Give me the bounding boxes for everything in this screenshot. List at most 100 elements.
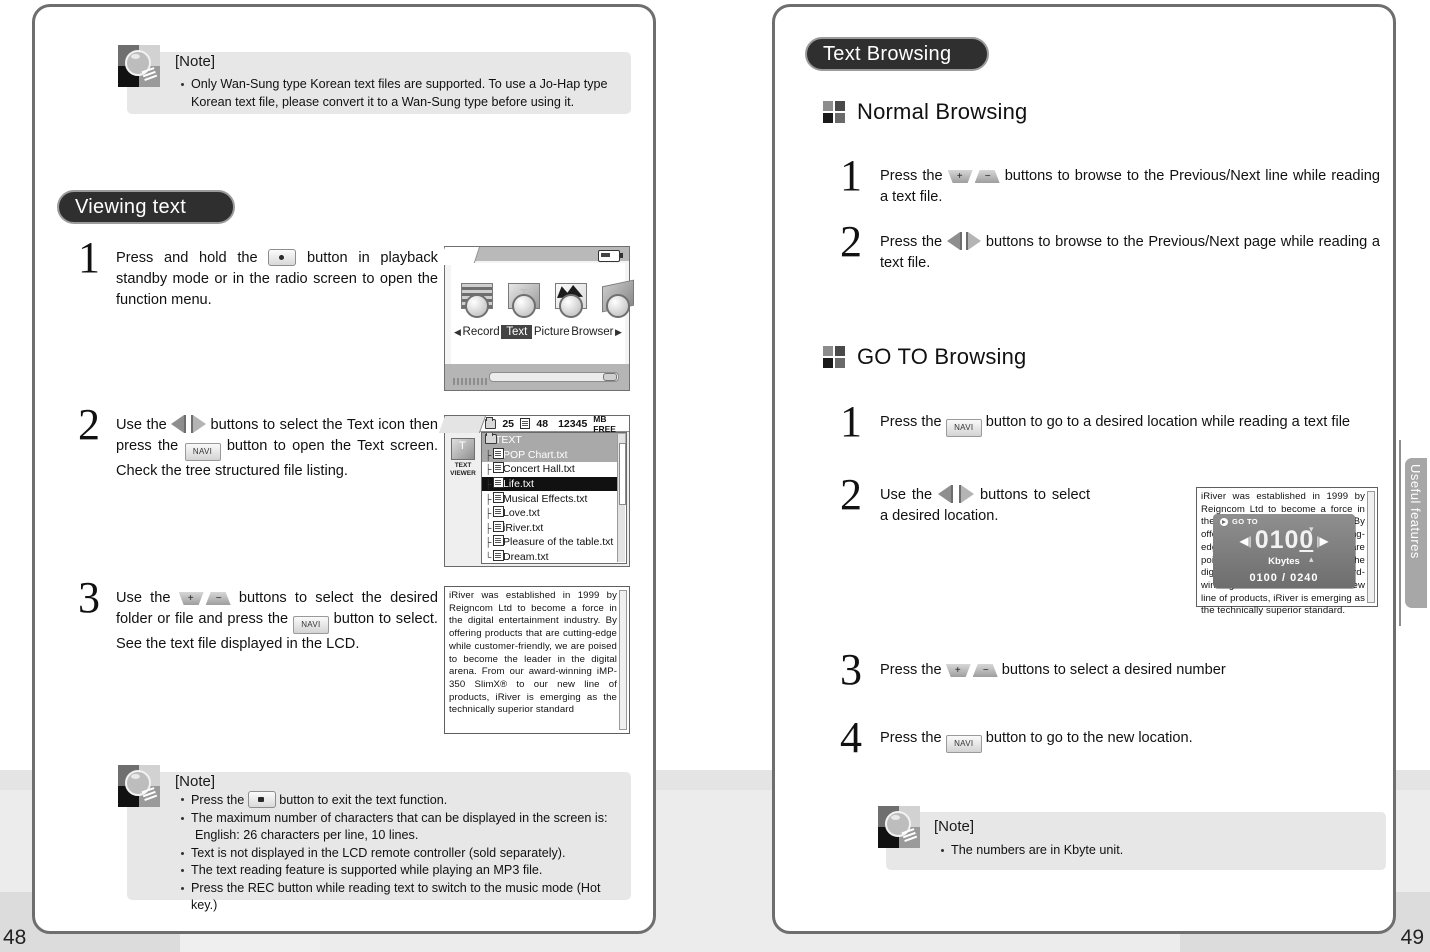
file-list-header: 25 48 12345 MB FREE — [479, 413, 629, 434]
step-1-normal-browsing: 1 Press the + − buttons to browse to the … — [840, 154, 1380, 208]
goto-unit-label: Kbytes — [1268, 556, 1300, 567]
table-row[interactable]: ├ Life.txt — [482, 476, 626, 492]
battery-icon — [598, 250, 623, 262]
table-row[interactable]: ├ POP Chart.txt — [482, 447, 626, 463]
lcd-menu-inner: ◀ Record Text Picture Browser ▶ — [451, 263, 634, 364]
right-page-sheet — [772, 4, 1396, 934]
next-track-button-icon — [190, 415, 206, 433]
step-number: 1 — [78, 233, 100, 282]
step-text: Press the + − buttons to select a desired… — [880, 662, 1226, 678]
text-viewer-icon — [451, 438, 475, 460]
goto-value-row: ◀| 0 1 0 0 |▶ — [1213, 528, 1355, 553]
free-space-unit: MB FREE — [593, 413, 616, 434]
step-text: Press and hold the button in playback st… — [116, 249, 438, 308]
step-text: Press the NAVI button to go to a desired… — [880, 412, 1385, 437]
four-squares-icon — [823, 345, 846, 369]
note-item: Only Wan-Sung type Korean text files are… — [180, 76, 620, 111]
menu-right-arrow-icon[interactable]: ▶ — [615, 327, 622, 338]
record-menu-icon[interactable] — [459, 281, 495, 319]
next-track-button-icon — [966, 232, 982, 250]
subheading-goto-browsing: GO TO Browsing — [823, 344, 1027, 370]
goto-digit-4-current[interactable]: 0 — [1299, 528, 1313, 553]
step-number: 3 — [78, 573, 100, 622]
note-icon-bottom — [118, 765, 160, 807]
step-1-goto-browsing: 1 Press the NAVI button to go to a desir… — [840, 400, 1385, 444]
rec-button-icon — [247, 791, 276, 808]
table-row[interactable]: ├ Pleasure of the table.txt — [482, 535, 626, 550]
lcd-function-menu-screen: ◀ Record Text Picture Browser ▶ — [439, 246, 634, 391]
goto-left-arrow-icon[interactable]: ◀| — [1237, 535, 1253, 547]
menu-label-browser[interactable]: Browser — [571, 326, 613, 338]
four-squares-icon — [823, 100, 846, 124]
step-text: Press the buttons to browse to the Previ… — [880, 232, 1380, 271]
goto-digit-2[interactable]: 1 — [1270, 528, 1284, 553]
goto-dialog-header: GO TO — [1220, 517, 1258, 526]
table-row[interactable]: ├ iRiver.txt — [482, 520, 626, 536]
picture-menu-icon[interactable] — [553, 281, 589, 319]
text-viewer-scrollbar[interactable] — [1367, 491, 1375, 603]
goto-arrow-icon — [1220, 517, 1228, 526]
goto-digit-3[interactable]: 0 — [1285, 528, 1299, 553]
step-number: 2 — [78, 400, 100, 449]
lcd-notch — [438, 416, 486, 433]
menu-label-picture[interactable]: Picture — [534, 326, 570, 338]
table-row[interactable]: ├ Musical Effects.txt — [482, 491, 626, 506]
section-heading-viewing-text: Viewing text — [57, 190, 235, 224]
step-2-left: 2 Use the buttons to select the Text ico… — [78, 403, 439, 482]
page-number-right: 49 — [1400, 926, 1424, 949]
table-row[interactable]: ├ Love.txt — [482, 506, 626, 521]
note-item: Press the REC button while reading text … — [180, 880, 630, 915]
file-list-scrollbar[interactable] — [617, 434, 626, 562]
table-row[interactable]: TEXT — [482, 433, 626, 448]
note-title-bottom: [Note] — [175, 773, 216, 790]
text-menu-icon[interactable] — [506, 281, 542, 319]
note-item: The maximum number of characters that ca… — [180, 810, 630, 845]
navi-button-icon: NAVI — [945, 735, 982, 753]
note-item: The numbers are in Kbyte unit. — [940, 842, 1370, 860]
lcd-slider[interactable] — [489, 372, 619, 382]
text-viewer-badge: TEXT VIEWER — [448, 438, 478, 494]
step-text: Use the buttons to select the Text icon … — [116, 415, 439, 479]
note-item: The text reading feature is supported wh… — [180, 862, 630, 880]
table-row[interactable]: ├ Concert Hall.txt — [482, 462, 626, 477]
menu-left-arrow-icon[interactable]: ◀ — [454, 327, 461, 338]
dot-button-icon — [268, 249, 297, 266]
volume-buttons-icon: + − — [947, 170, 1000, 184]
step-number: 4 — [840, 713, 862, 762]
step-1-left: 1 Press and hold the button in playback … — [78, 236, 438, 311]
subheading-label: GO TO Browsing — [857, 344, 1027, 369]
lcd-text-viewer-screen-right: iRiver was established in 1999 by Reignc… — [1196, 487, 1378, 616]
step-number: 1 — [840, 397, 862, 446]
side-tab-useful-features[interactable]: Useful features — [1405, 458, 1427, 608]
goto-digit-1[interactable]: 0 — [1255, 528, 1269, 553]
free-space-value: 12345 — [558, 417, 588, 430]
text-viewer-content: iRiver was established in 1999 by Reignc… — [449, 590, 617, 716]
text-viewer-scrollbar[interactable] — [619, 590, 627, 730]
step-text: Press the NAVI button to go to the new l… — [880, 728, 1360, 753]
step-2-normal-browsing: 2 Press the buttons to browse to the Pre… — [840, 220, 1380, 274]
step-number: 3 — [840, 645, 862, 694]
browser-menu-icon[interactable] — [600, 279, 636, 319]
previous-track-button-icon — [171, 415, 187, 433]
subheading-normal-browsing: Normal Browsing — [823, 99, 1028, 125]
step-number: 1 — [840, 151, 862, 200]
step-4-goto-browsing: 4 Press the NAVI button to go to the new… — [840, 716, 1360, 760]
menu-icon-row — [459, 279, 636, 319]
note-item: Text is not displayed in the LCD remote … — [180, 845, 630, 863]
note-subline: English: 26 characters per line, 10 line… — [195, 828, 419, 842]
volume-buttons-icon: + − — [178, 592, 231, 606]
menu-label-record[interactable]: Record — [463, 326, 500, 338]
section-heading-label: Text Browsing — [823, 42, 952, 65]
menu-label-text-selected[interactable]: Text — [501, 325, 533, 339]
file-list-body: TEXT ├ POP Chart.txt ├ Concert Hall.txt ├ L… — [481, 432, 627, 564]
step-3-left: 3 Use the + − buttons to select the desir… — [78, 576, 438, 655]
note-icon-right — [878, 806, 920, 848]
lcd-file-list-screen: 25 48 12345 MB FREE TEXT VIEWER TEXT ├PO… — [438, 413, 630, 567]
previous-track-button-icon — [938, 485, 954, 503]
navi-button-icon: NAVI — [945, 419, 982, 437]
goto-right-arrow-icon[interactable]: |▶ — [1314, 535, 1330, 547]
note-title-top: [Note] — [175, 53, 216, 70]
table-row[interactable]: └ Dream.txt — [482, 550, 626, 563]
section-heading-label: Viewing text — [75, 195, 187, 218]
step-number: 2 — [840, 217, 862, 266]
